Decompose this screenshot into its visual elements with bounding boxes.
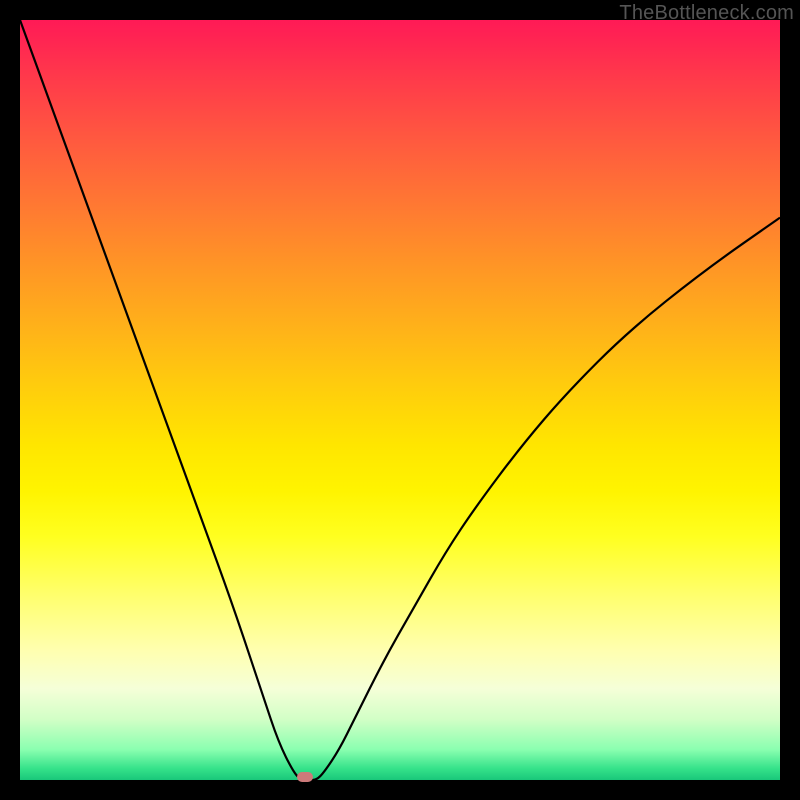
curve-path bbox=[20, 20, 780, 780]
watermark-text: TheBottleneck.com bbox=[619, 2, 794, 25]
optimal-point-marker bbox=[297, 772, 313, 782]
bottleneck-curve bbox=[20, 20, 780, 780]
plot-area bbox=[20, 20, 780, 780]
chart-frame: TheBottleneck.com bbox=[0, 0, 800, 800]
